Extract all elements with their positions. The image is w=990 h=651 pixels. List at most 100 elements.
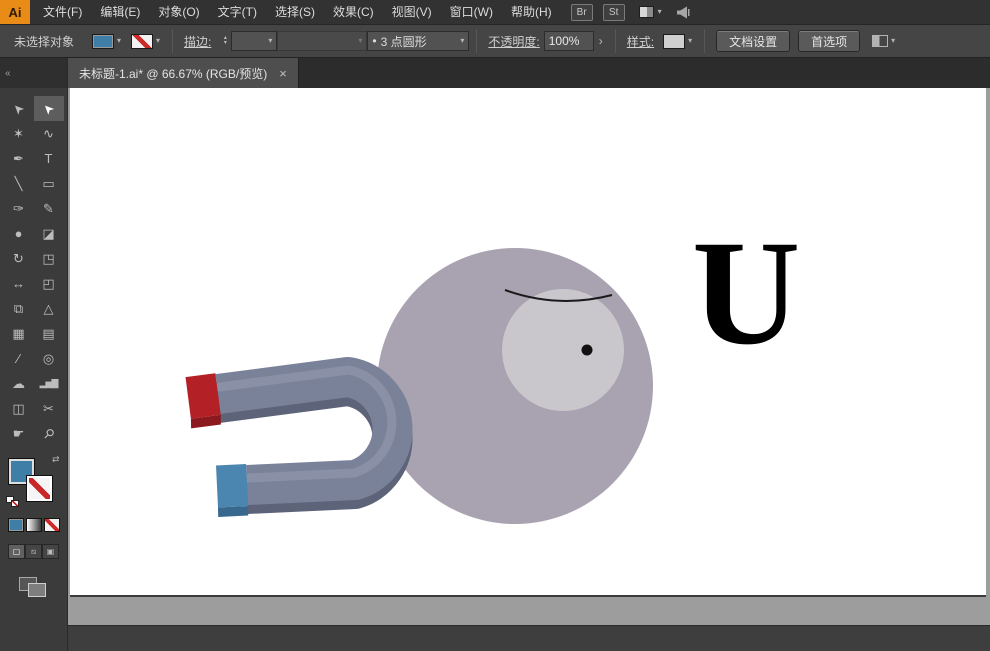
artboard[interactable]: U: [70, 88, 986, 597]
arrange-documents-dropdown[interactable]: ▾: [872, 35, 895, 47]
stroke-weight-stepper[interactable]: ▴ ▾: [219, 36, 231, 46]
gradient-tool[interactable]: ▤: [34, 321, 64, 346]
stock-icon[interactable]: St: [603, 4, 625, 21]
gradient-button[interactable]: [26, 518, 42, 532]
tools-grid: ➤ ➤ ✶ ∿ ✒ T ╲ ▭ ✑ ✎ ● ◪ ↻ ◳ ↔ ◰ ⧉ △ ▦ ▤ …: [0, 88, 67, 446]
color-button[interactable]: [8, 518, 24, 532]
menu-view[interactable]: 视图(V): [383, 0, 441, 24]
separator: [615, 29, 616, 53]
paintbrush-tool[interactable]: ✑: [4, 196, 34, 221]
preferences-button[interactable]: 首选项: [798, 30, 860, 52]
draw-behind-button[interactable]: ⧅: [25, 544, 42, 559]
opacity-value: 100%: [549, 34, 580, 48]
perspective-grid-tool[interactable]: △: [34, 296, 64, 321]
draw-inside-button[interactable]: ▣: [42, 544, 59, 559]
toolbar-collapse-button[interactable]: «: [5, 68, 11, 79]
default-fill-stroke-icon[interactable]: [6, 496, 20, 508]
brush-definition-select[interactable]: • 3 点圆形 ▾: [367, 31, 469, 51]
magic-wand-tool[interactable]: ✶: [4, 121, 34, 146]
pasteboard[interactable]: U: [68, 88, 990, 651]
eraser-tool[interactable]: ◪: [34, 221, 64, 246]
separator: [172, 29, 173, 53]
menu-effect[interactable]: 效果(C): [324, 0, 383, 24]
stroke-color-swatch[interactable]: [131, 34, 153, 49]
none-button[interactable]: [44, 518, 60, 532]
hand-tool[interactable]: ☛: [4, 421, 34, 446]
letter-u-text[interactable]: U: [692, 218, 800, 368]
style-swatch[interactable]: [663, 34, 685, 49]
bridge-icon[interactable]: Br: [571, 4, 593, 21]
stroke-swatch[interactable]: [26, 475, 53, 502]
menu-object[interactable]: 对象(O): [149, 0, 208, 24]
line-tool[interactable]: ╲: [4, 171, 34, 196]
column-graph-tool[interactable]: ▂▅▇: [34, 371, 64, 396]
menu-window[interactable]: 窗口(W): [441, 0, 502, 24]
magnet-red-tip[interactable]: [186, 373, 221, 419]
pencil-tool[interactable]: ✎: [34, 196, 64, 221]
pupil-dot[interactable]: [582, 345, 593, 356]
stroke-color-dropdown[interactable]: ▾: [131, 34, 160, 49]
fill-color-dropdown[interactable]: ▾: [92, 34, 121, 49]
type-tool[interactable]: T: [34, 146, 64, 171]
style-label[interactable]: 样式:: [627, 33, 654, 50]
magnet[interactable]: [186, 370, 393, 517]
opacity-input[interactable]: 100%: [544, 31, 594, 51]
magnet-blue-tip[interactable]: [216, 464, 248, 508]
menu-edit[interactable]: 编辑(E): [91, 0, 149, 24]
stepper-down-icon[interactable]: ▾: [224, 41, 227, 46]
eyedropper-tool-icon: ∕: [17, 351, 19, 366]
free-transform-tool[interactable]: ◰: [34, 271, 64, 296]
menu-file[interactable]: 文件(F): [34, 0, 91, 24]
close-icon[interactable]: ×: [279, 66, 287, 81]
artboard-tool[interactable]: ◫: [4, 396, 34, 421]
menu-help[interactable]: 帮助(H): [502, 0, 561, 24]
pen-tool[interactable]: ✒: [4, 146, 34, 171]
blend-tool[interactable]: ◎: [34, 346, 64, 371]
scale-tool[interactable]: ◳: [34, 246, 64, 271]
eraser-tool-icon: ◪: [42, 226, 54, 242]
menu-type[interactable]: 文字(T): [209, 0, 266, 24]
screen-mode-front-rect: [28, 583, 46, 597]
width-tool[interactable]: ↔: [4, 271, 34, 296]
screen-mode-button[interactable]: [19, 575, 49, 599]
lasso-tool-icon: ∿: [43, 126, 54, 142]
variable-width-profile-select: ▾: [277, 31, 367, 51]
workspace-icon: [639, 6, 654, 18]
zoom-tool[interactable]: ⚲: [34, 421, 64, 446]
control-bar: 未选择对象 ▾ ▾ 描边: ▴ ▾ ▾ ▾ • 3 点圆形 ▾ 不透明度: 10…: [0, 24, 990, 58]
workspace-switcher[interactable]: ▾: [639, 6, 662, 18]
width-tool-icon: ↔: [12, 276, 25, 291]
mesh-tool-icon: ▦: [12, 326, 24, 342]
direct-selection-tool[interactable]: ➤: [34, 96, 64, 121]
rotate-tool[interactable]: ↻: [4, 246, 34, 271]
blend-tool-icon: ◎: [43, 351, 54, 367]
fill-color-swatch[interactable]: [92, 34, 114, 49]
shape-builder-tool[interactable]: ⧉: [4, 296, 34, 321]
menu-select[interactable]: 选择(S): [266, 0, 324, 24]
opacity-label[interactable]: 不透明度:: [488, 33, 539, 50]
document-setup-button[interactable]: 文档设置: [716, 30, 790, 52]
rectangle-tool[interactable]: ▭: [34, 171, 64, 196]
symbol-sprayer-tool[interactable]: ☁: [4, 371, 34, 396]
gradient-tool-icon: ▤: [42, 326, 54, 342]
free-transform-tool-icon: ◰: [42, 276, 54, 292]
slice-tool[interactable]: ✂: [34, 396, 64, 421]
separator: [704, 29, 705, 53]
lasso-tool[interactable]: ∿: [34, 121, 64, 146]
selection-tool[interactable]: ➤: [4, 96, 34, 121]
megaphone-icon[interactable]: [676, 6, 692, 19]
opacity-expand-button[interactable]: ›: [594, 31, 608, 51]
draw-normal-button[interactable]: ▢: [8, 544, 25, 559]
document-tab[interactable]: 未标题-1.ai* @ 66.67% (RGB/预览) ×: [68, 58, 299, 88]
stroke-weight-select[interactable]: ▾: [231, 31, 277, 51]
stroke-weight-label[interactable]: 描边:: [184, 33, 211, 50]
brush-definition-value: 3 点圆形: [381, 33, 427, 50]
eye-circle[interactable]: [502, 289, 624, 411]
eyedropper-tool[interactable]: ∕: [4, 346, 34, 371]
style-dropdown[interactable]: ▾: [663, 34, 692, 49]
mesh-tool[interactable]: ▦: [4, 321, 34, 346]
chevron-down-icon: ▾: [156, 37, 160, 45]
blob-brush-tool[interactable]: ●: [4, 221, 34, 246]
swap-fill-stroke-icon[interactable]: ⇄: [52, 454, 60, 465]
magic-wand-tool-icon: ✶: [13, 126, 24, 142]
